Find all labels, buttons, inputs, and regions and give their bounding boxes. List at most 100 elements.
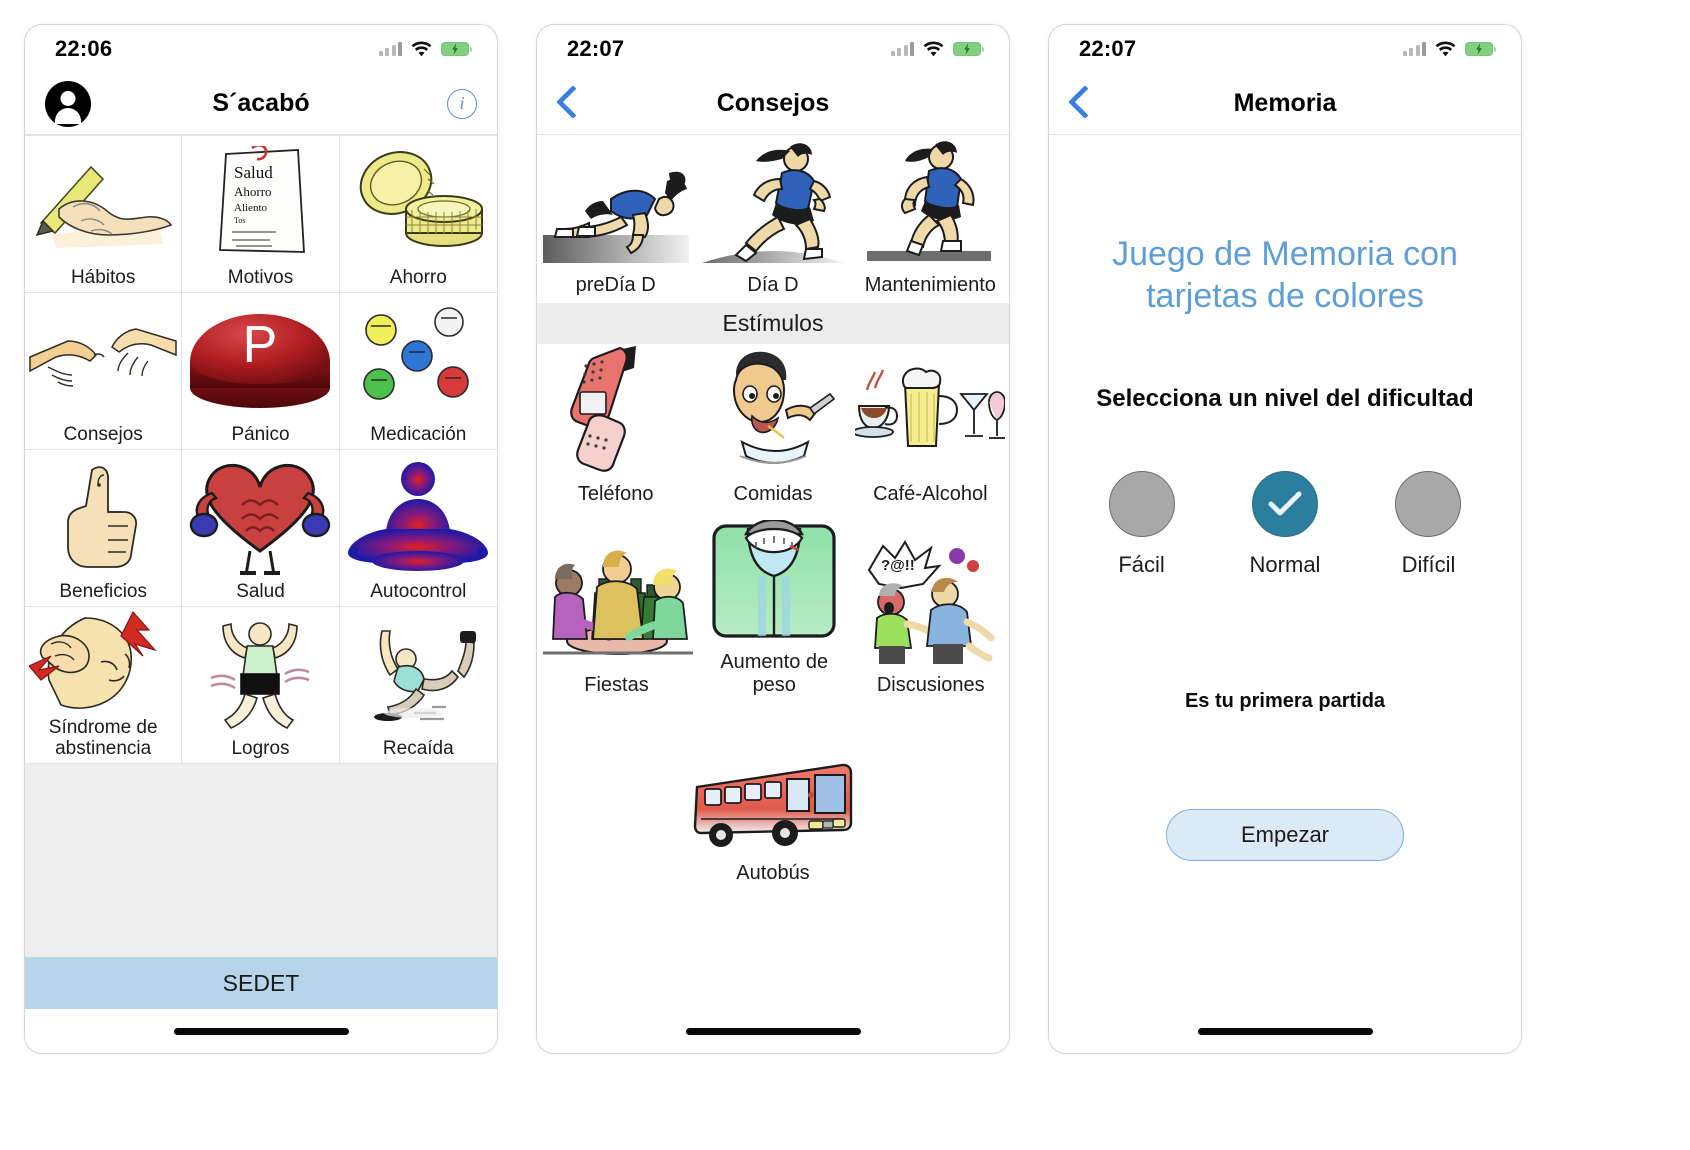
celebrating-person-icon [182, 607, 338, 738]
grid-item-label: Salud [236, 581, 285, 602]
stimuli-row-3: Autobús [537, 703, 1009, 891]
svg-text:Aliento: Aliento [234, 202, 267, 214]
cellular-signal-icon [1402, 42, 1426, 56]
status-icon-group [890, 41, 984, 57]
grid-item-label: Pánico [231, 424, 290, 445]
grid-item-motivos[interactable]: Salud Ahorro Aliento Tos Motivos [182, 136, 340, 293]
stage-item-predia-d[interactable]: preDía D [537, 135, 694, 303]
thumbs-up-icon [25, 450, 181, 581]
grid-item-habitos[interactable]: Hábitos [25, 136, 183, 293]
svg-text:Salud: Salud [234, 163, 273, 182]
stimulus-item-cafe-alcohol[interactable]: Café-Alcohol [852, 344, 1009, 512]
grid-item-panico[interactable]: P Pánico [182, 293, 340, 450]
grid-item-beneficios[interactable]: Beneficios [25, 450, 183, 607]
difficulty-circle[interactable] [1395, 471, 1462, 537]
stimulus-item-telefono[interactable]: Teléfono [537, 344, 694, 512]
people-arguing-icon: ?@!! [861, 540, 1001, 665]
difficulty-option-facil[interactable]: Fácil [1108, 471, 1175, 578]
grid-item-autocontrol[interactable]: Autocontrol [339, 450, 497, 607]
game-title: Juego de Memoria con tarjetas de colores [1112, 235, 1458, 315]
phone-screen-home: 22:06 S´acabó i Hábitos Salud Ahorro Ali… [24, 24, 498, 1054]
grid-item-recaida[interactable]: Recaída [339, 607, 497, 764]
notepad-list-icon: Salud Ahorro Aliento Tos [182, 136, 338, 267]
muscular-heart-boxing-icon [182, 450, 338, 581]
stimulus-label: Comidas [733, 483, 813, 505]
stimulus-item-comidas[interactable]: Comidas [694, 344, 851, 512]
stimuli-row-1: Teléfono Comidas Café-Alcohol [537, 344, 1009, 512]
stage-item-mantenimiento[interactable]: Mantenimiento [852, 135, 1009, 303]
grid-item-logros[interactable]: Logros [182, 607, 340, 764]
grid-item-consejos[interactable]: Consejos [25, 293, 183, 450]
status-bar: 22:07 [537, 25, 1009, 73]
stimulus-label: Discusiones [876, 674, 985, 696]
stage-row: preDía D Día D Mantenimiento [537, 135, 1009, 303]
footer-sedet-bar[interactable]: SEDET [25, 957, 497, 1009]
stack-of-coins-icon [340, 136, 497, 267]
status-bar: 22:07 [1049, 25, 1521, 73]
stage-item-dia-d[interactable]: Día D [694, 135, 851, 303]
nav-bar: Memoria [1049, 73, 1521, 135]
page-title: Memoria [1233, 89, 1337, 117]
runner-sprinting-icon [698, 143, 848, 265]
check-icon [1268, 491, 1302, 516]
status-clock: 22:07 [1079, 36, 1137, 61]
nav-bar: S´acabó i [25, 73, 497, 135]
difficulty-option-dificil[interactable]: Difícil [1395, 471, 1462, 578]
battery-charging-icon [953, 42, 984, 56]
footer-label: SEDET [222, 969, 300, 996]
stimulus-item-autobus[interactable]: Autobús [693, 723, 853, 891]
phone-screen-consejos: 22:07 Consejos preDía D Día D Mantenimie… [536, 24, 1010, 1054]
difficulty-label: Difícil [1401, 552, 1456, 577]
grid-item-label: Logros [231, 738, 290, 759]
stimuli-row-2: Fiestas Aumento de peso ?@!! Discusiones [537, 512, 1009, 703]
grid-item-ahorro[interactable]: Ahorro [339, 136, 497, 293]
home-indicator-area [25, 1009, 497, 1053]
battery-charging-icon [441, 42, 472, 56]
red-panic-button-icon: P [182, 293, 338, 424]
stage-label: Día D [747, 274, 799, 296]
cordless-phone-icon [564, 346, 668, 474]
difficulty-circle-selected[interactable] [1252, 471, 1318, 537]
stimulus-item-fiestas[interactable]: Fiestas [537, 512, 696, 703]
svg-text:Tos: Tos [234, 216, 245, 225]
red-bus-icon [693, 733, 853, 853]
start-button[interactable]: Empezar [1166, 809, 1404, 861]
info-circle-icon[interactable]: i [447, 88, 477, 119]
wifi-icon [411, 41, 432, 57]
section-header-estimulos: Estímulos [537, 303, 1009, 344]
difficulty-label: Fácil [1118, 552, 1165, 577]
grid-item-label: Recaída [382, 738, 454, 759]
grid-item-salud[interactable]: Salud [182, 450, 340, 607]
stimulus-label: Teléfono [577, 483, 654, 505]
start-button-label: Empezar [1240, 822, 1330, 847]
person-eating-icon [706, 351, 840, 474]
grid-item-sindrome-abstinencia[interactable]: Síndrome de abstinencia [25, 607, 183, 764]
stimulus-item-discusiones[interactable]: ?@!! Discusiones [853, 512, 1010, 703]
two-hands-pointing-icon [25, 293, 181, 424]
status-text: Es tu primera partida [1184, 690, 1386, 712]
stimulus-label: Autobús [736, 862, 810, 884]
difficulty-prompt: Selecciona un nivel del dificultad [1096, 385, 1474, 412]
empty-space [25, 764, 497, 957]
back-chevron-icon[interactable] [557, 87, 577, 121]
stimulus-item-aumento-de-peso[interactable]: Aumento de peso [696, 512, 853, 703]
grid-item-label: Beneficios [59, 581, 147, 602]
memoria-content: Juego de Memoria con tarjetas de colores… [1049, 135, 1521, 1009]
difficulty-option-normal[interactable]: Normal [1249, 471, 1321, 578]
phone-screen-memoria: 22:07 Memoria Juego de Memoria con tarje… [1048, 24, 1522, 1054]
difficulty-circle[interactable] [1108, 471, 1175, 537]
status-icon-group [1402, 41, 1496, 57]
back-chevron-icon[interactable] [1069, 87, 1089, 121]
status-bar: 22:06 [25, 25, 497, 73]
stimulus-label: Fiestas [584, 674, 649, 696]
grid-item-medicacion[interactable]: Medicación [339, 293, 497, 450]
user-avatar-icon[interactable] [45, 80, 91, 127]
headache-person-icon [25, 607, 181, 717]
hand-writing-pencil-icon [25, 136, 181, 267]
stimulus-label: Café-Alcohol [873, 483, 988, 505]
difficulty-label: Normal [1249, 552, 1321, 577]
home-indicator[interactable] [685, 1027, 861, 1035]
home-indicator[interactable] [173, 1027, 349, 1035]
home-indicator[interactable] [1197, 1027, 1373, 1035]
nav-bar: Consejos [537, 73, 1009, 135]
